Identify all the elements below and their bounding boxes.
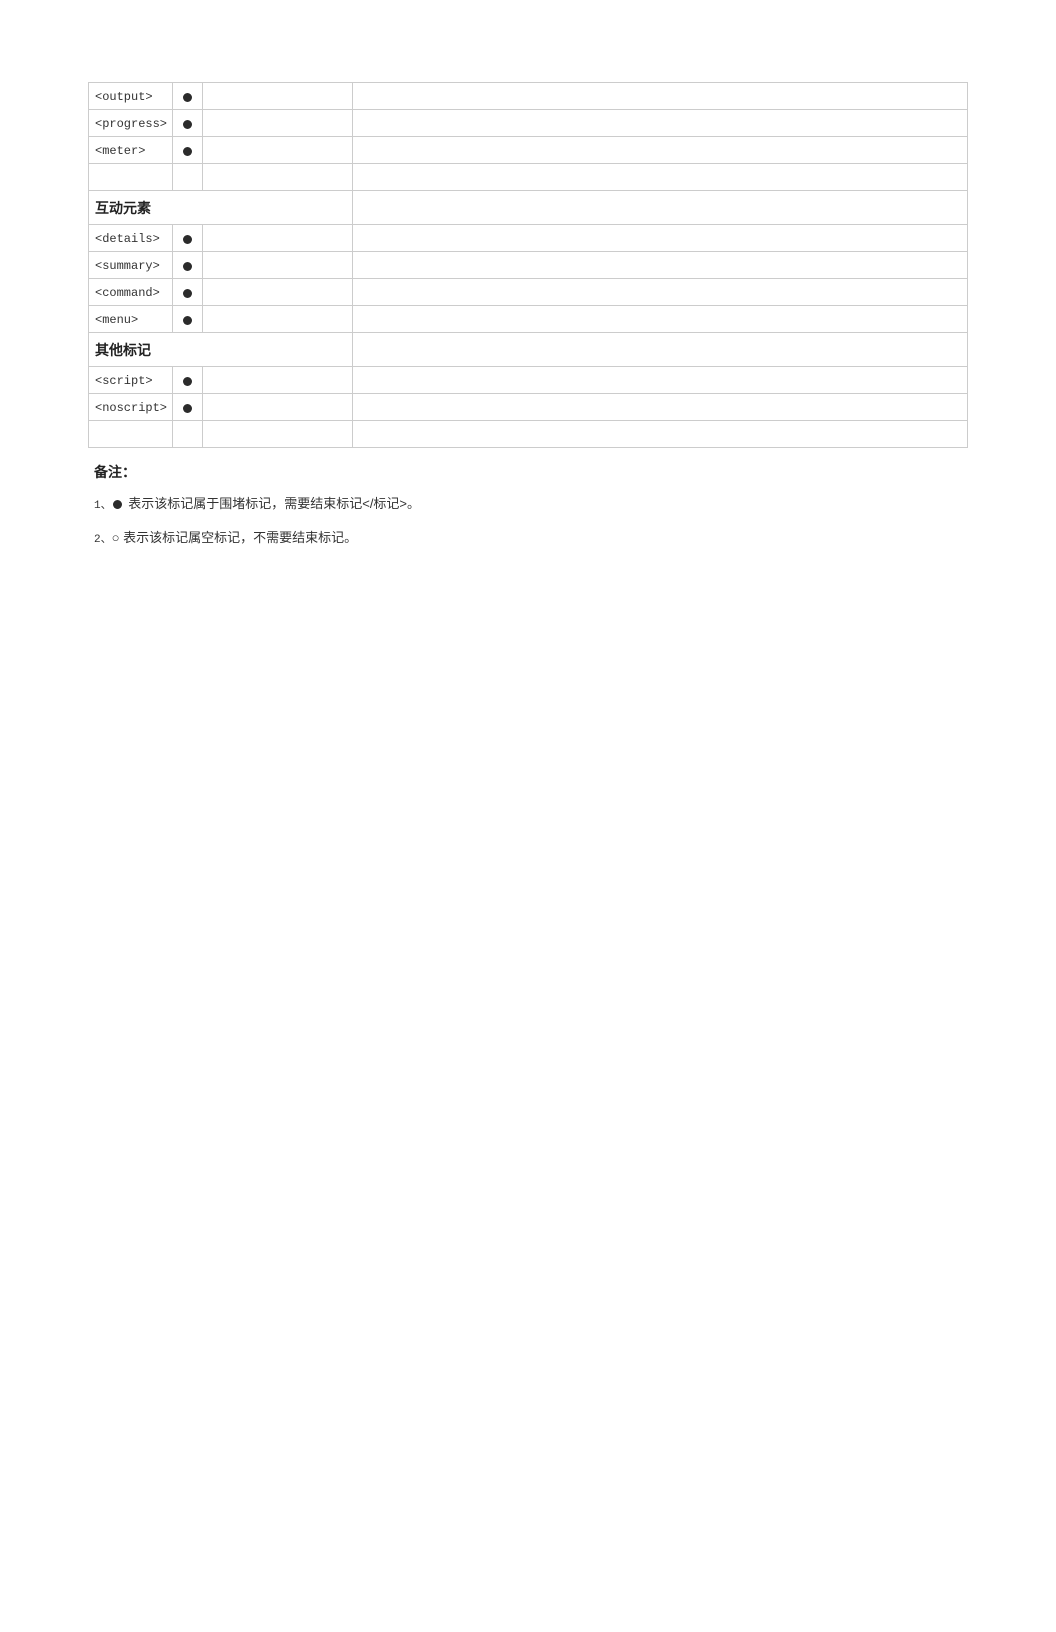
section-right-cell xyxy=(353,191,968,225)
desc-cell xyxy=(353,279,968,306)
tags-table: <output><progress><meter>互动元素<details><s… xyxy=(88,82,968,448)
mid-cell xyxy=(203,367,353,394)
desc-cell xyxy=(353,252,968,279)
section-title: 其他标记 xyxy=(89,333,353,367)
mid-cell xyxy=(203,83,353,110)
table-row: <script> xyxy=(89,367,968,394)
mid-cell xyxy=(203,110,353,137)
desc-cell xyxy=(353,164,968,191)
tag-cell: <menu> xyxy=(89,306,173,333)
tag-cell xyxy=(89,421,173,448)
desc-cell xyxy=(353,421,968,448)
desc-cell xyxy=(353,225,968,252)
notes-title: 备注： xyxy=(94,462,962,482)
tag-cell: <meter> xyxy=(89,137,173,164)
mid-cell xyxy=(203,137,353,164)
filled-circle-icon xyxy=(183,404,192,413)
note-line-2: 2、○ 表示该标记属空标记，不需要结束标记。 xyxy=(94,528,962,550)
table-row: <noscript> xyxy=(89,394,968,421)
page-container: <output><progress><meter>互动元素<details><s… xyxy=(0,0,1056,1632)
mid-cell xyxy=(203,279,353,306)
tag-cell: <output> xyxy=(89,83,173,110)
mid-cell xyxy=(203,306,353,333)
mid-cell xyxy=(203,164,353,191)
table-row: <progress> xyxy=(89,110,968,137)
table-row xyxy=(89,421,968,448)
filled-circle-icon xyxy=(183,377,192,386)
filled-circle-icon xyxy=(183,316,192,325)
desc-cell xyxy=(353,306,968,333)
dot-cell xyxy=(173,83,203,110)
dot-cell xyxy=(173,421,203,448)
note-line-1: 1、 表示该标记属于围堵标记，需要结束标记</标记>。 xyxy=(94,494,962,516)
desc-cell xyxy=(353,83,968,110)
notes-section: 备注： 1、 表示该标记属于围堵标记，需要结束标记</标记>。 2、○ 表示该标… xyxy=(88,462,968,549)
dot-cell xyxy=(173,252,203,279)
desc-cell xyxy=(353,367,968,394)
dot-cell xyxy=(173,164,203,191)
mid-cell xyxy=(203,394,353,421)
dot-cell xyxy=(173,110,203,137)
filled-circle-icon xyxy=(183,147,192,156)
tag-cell: <details> xyxy=(89,225,173,252)
dot-cell xyxy=(173,225,203,252)
tag-cell: <progress> xyxy=(89,110,173,137)
tag-cell: <noscript> xyxy=(89,394,173,421)
filled-circle-icon xyxy=(183,93,192,102)
table-row: <menu> xyxy=(89,306,968,333)
tag-cell xyxy=(89,164,173,191)
filled-circle-icon xyxy=(183,120,192,129)
filled-circle-icon xyxy=(183,235,192,244)
desc-cell xyxy=(353,137,968,164)
mid-cell xyxy=(203,252,353,279)
dot-cell xyxy=(173,394,203,421)
tag-cell: <summary> xyxy=(89,252,173,279)
filled-circle-icon xyxy=(183,262,192,271)
tag-cell: <command> xyxy=(89,279,173,306)
table-row: <output> xyxy=(89,83,968,110)
mid-cell xyxy=(203,225,353,252)
dot-cell xyxy=(173,279,203,306)
dot-cell xyxy=(173,367,203,394)
mid-cell xyxy=(203,421,353,448)
dot-cell xyxy=(173,306,203,333)
section-header-row: 其他标记 xyxy=(89,333,968,367)
dot-cell xyxy=(173,137,203,164)
filled-circle-icon xyxy=(113,500,122,509)
section-right-cell xyxy=(353,333,968,367)
desc-cell xyxy=(353,110,968,137)
table-row: <summary> xyxy=(89,252,968,279)
section-title: 互动元素 xyxy=(89,191,353,225)
desc-cell xyxy=(353,394,968,421)
table-row: <command> xyxy=(89,279,968,306)
tag-cell: <script> xyxy=(89,367,173,394)
filled-circle-icon xyxy=(183,289,192,298)
table-row: <meter> xyxy=(89,137,968,164)
table-row: <details> xyxy=(89,225,968,252)
table-row xyxy=(89,164,968,191)
section-header-row: 互动元素 xyxy=(89,191,968,225)
